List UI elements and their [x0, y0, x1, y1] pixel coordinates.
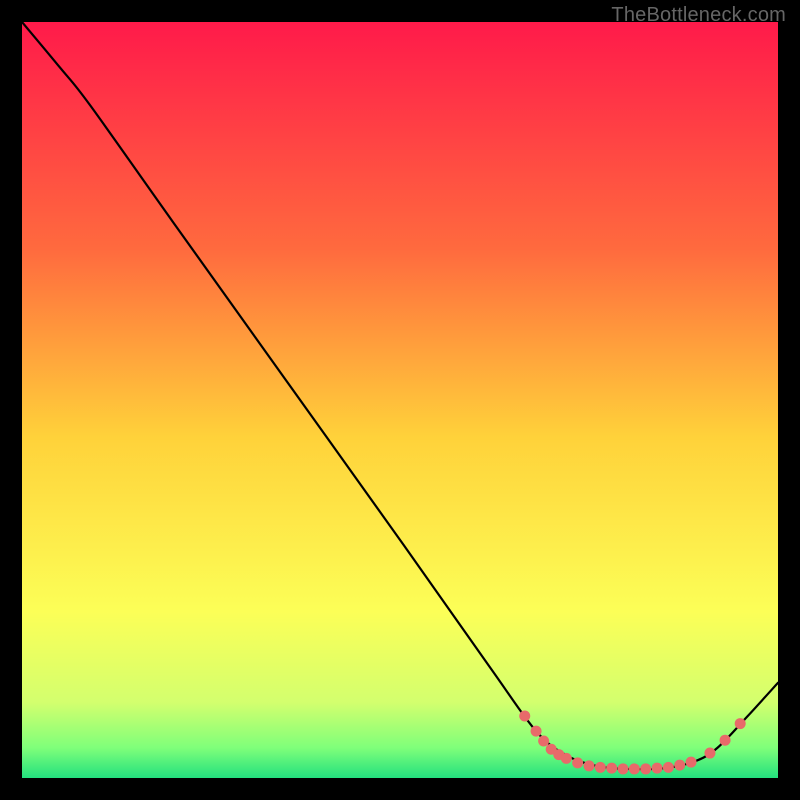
data-marker: [735, 718, 746, 729]
data-marker: [686, 757, 697, 768]
data-marker: [652, 763, 663, 774]
data-marker: [640, 763, 651, 774]
chart-background: [22, 22, 778, 778]
data-marker: [618, 763, 629, 774]
chart-container: [22, 22, 778, 778]
data-marker: [572, 757, 583, 768]
data-marker: [584, 760, 595, 771]
data-marker: [531, 726, 542, 737]
data-marker: [561, 753, 572, 764]
chart-svg: [22, 22, 778, 778]
data-marker: [704, 748, 715, 759]
data-marker: [720, 735, 731, 746]
data-marker: [595, 762, 606, 773]
data-marker: [606, 763, 617, 774]
data-marker: [538, 735, 549, 746]
data-marker: [629, 763, 640, 774]
watermark-text: TheBottleneck.com: [611, 4, 786, 27]
data-marker: [674, 760, 685, 771]
data-marker: [519, 711, 530, 722]
data-marker: [663, 762, 674, 773]
